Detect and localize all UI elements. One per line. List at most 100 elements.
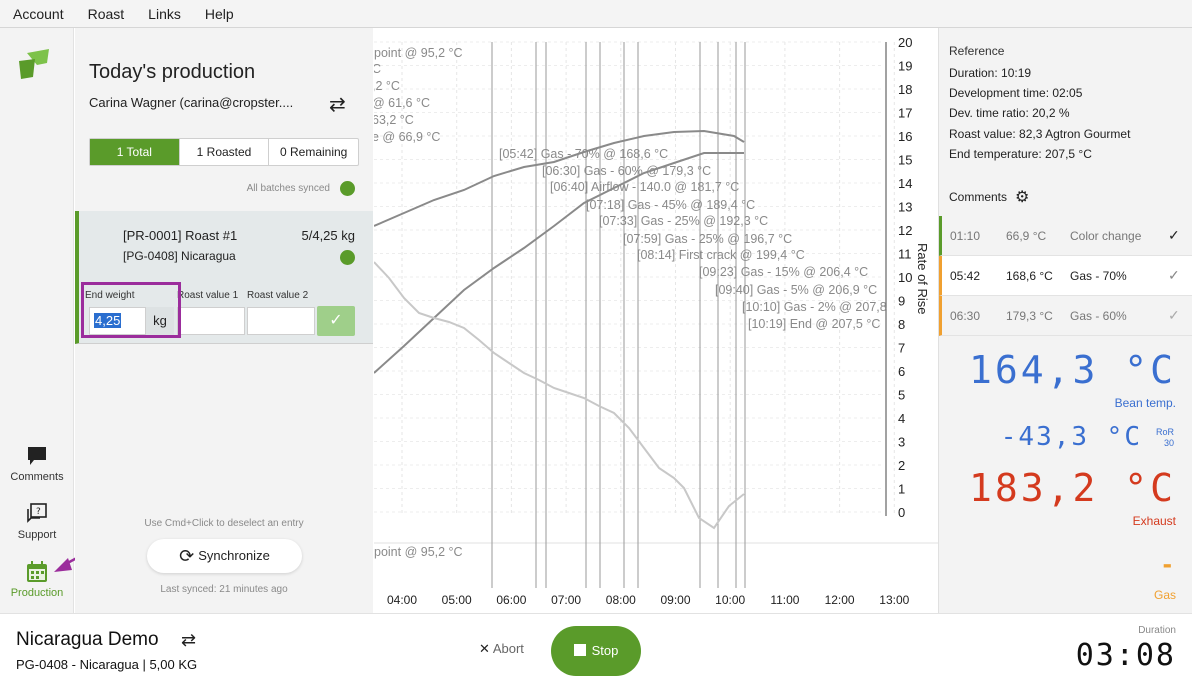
stop-button[interactable]: Stop (551, 626, 641, 676)
x-tick-label: 04:00 (387, 593, 417, 607)
rail-comments-label: Comments (10, 471, 64, 483)
y-tick-label: 14 (898, 176, 912, 191)
abort-button[interactable]: ✕ Abort (479, 641, 524, 657)
comment-text: Gas - 60% (1070, 308, 1127, 323)
reference-dev-time: Development time: 02:05 (949, 86, 1083, 100)
y-tick-label: 16 (898, 129, 912, 144)
stop-icon (573, 644, 586, 656)
switch-user-icon[interactable]: ⇄ (329, 92, 346, 117)
y-tick-label: 2 (898, 458, 905, 473)
menu-help[interactable]: Help (193, 0, 246, 28)
comment-row[interactable]: 01:10 66,9 °C Color change ✓ (939, 216, 1192, 256)
reference-dev-ratio: Dev. time ratio: 20,2 % (949, 106, 1070, 120)
duration-value: 03:08 (1075, 638, 1176, 673)
event-label: [05:42] Gas - 70% @ 168,6 °C (499, 147, 668, 161)
annotation-label: 63,2 °C (374, 113, 414, 127)
rail-production-label: Production (10, 587, 64, 599)
user-name: Carina Wagner (carina@cropster.... (89, 95, 294, 110)
roast-title: Nicaragua Demo (16, 629, 159, 650)
gear-icon[interactable]: ⚙ (1015, 187, 1029, 207)
roast-value1-input[interactable] (177, 307, 245, 335)
y-tick-label: 4 (898, 411, 905, 426)
batch-item[interactable]: [PR-0001] Roast #1 5/4,25 kg [PG-0408] N… (75, 211, 373, 344)
annotation-label: e @ 66,9 °C (374, 130, 440, 144)
rate-of-rise-axis-label: Rate of Rise (915, 243, 930, 315)
roast-value2-input[interactable] (247, 307, 315, 335)
comments-title: Comments (949, 190, 1008, 204)
x-tick-label: 11:00 (770, 593, 799, 607)
check-icon: ✓ (329, 312, 343, 329)
comment-temp: 168,6 °C (1006, 268, 1053, 283)
event-label: [09:40] Gas - 5% @ 206,9 °C (715, 283, 877, 297)
check-icon[interactable]: ✓ (1168, 267, 1180, 284)
stop-label: Stop (591, 643, 619, 658)
deselect-hint: Use Cmd+Click to deselect an entry (144, 518, 304, 529)
comment-temp: 66,9 °C (1006, 228, 1047, 243)
event-label: [07:59] Gas - 25% @ 196,7 °C (623, 232, 792, 246)
rail-comments-button[interactable]: Comments (0, 445, 74, 483)
menu-roast[interactable]: Roast (76, 0, 137, 28)
right-panel: Reference Duration: 10:19 Development ti… (938, 28, 1192, 613)
batch-status-dot (340, 250, 355, 265)
menu-links[interactable]: Links (136, 0, 193, 28)
annotation-label: C (374, 62, 381, 76)
sync-status-text: All batches synced (246, 183, 330, 194)
last-synced: Last synced: 21 minutes ago (160, 584, 288, 595)
rail-support-button[interactable]: ? Support (0, 503, 74, 541)
menu-account[interactable]: Account (0, 0, 76, 28)
ror-label: RoR (1155, 427, 1174, 437)
confirm-button[interactable]: ✓ (317, 306, 355, 336)
x-tick-label: 06:00 (496, 593, 526, 607)
svg-text:?: ? (36, 507, 41, 517)
switch-profile-icon[interactable]: ⇄ (181, 630, 196, 651)
x-tick-label: 09:00 (660, 593, 690, 607)
reference-roast-value: Roast value: 82,3 Agtron Gourmet (949, 127, 1131, 141)
event-label: [07:18] Gas - 45% @ 189,4 °C (586, 198, 755, 212)
bean-temp-label: Bean temp. (1114, 396, 1176, 410)
x-tick-label: 07:00 (551, 593, 581, 607)
exhaust-label: Exhaust (1132, 514, 1176, 528)
y-tick-label: 20 (898, 35, 912, 50)
ror-label-block: RoR 30 (1156, 427, 1174, 449)
event-label: [07:33] Gas - 25% @ 192,3 °C (599, 214, 768, 228)
y-tick-label: 6 (898, 364, 905, 379)
x-tick-label: 13:00 (879, 593, 909, 607)
comment-row[interactable]: 05:42 168,6 °C Gas - 70% ✓ (939, 256, 1192, 296)
tab-remaining[interactable]: 0 Remaining (269, 139, 358, 165)
tab-roasted[interactable]: 1 Roasted (180, 139, 270, 165)
y-tick-label: 9 (898, 294, 905, 309)
synchronize-button[interactable]: ⟳ Synchronize (147, 539, 302, 573)
annotation-label: point @ 95,2 °C (374, 545, 463, 559)
x-tick-label: 05:00 (442, 593, 472, 607)
tab-total[interactable]: 1 Total (90, 139, 180, 165)
batch-name: [PR-0001] Roast #1 (123, 228, 238, 243)
y-tick-label: 12 (898, 223, 912, 238)
y-tick-label: 19 (898, 59, 912, 74)
batch-quantity: 5/4,25 kg (301, 228, 356, 243)
sync-status-dot (340, 181, 355, 196)
comment-icon (28, 447, 46, 465)
roast-chart[interactable]: 04:00 05:00 06:00 07:00 08:00 09:00 10:00 11:00… (374, 28, 938, 613)
event-label: [06:30] Gas - 60% @ 179,3 °C (542, 164, 711, 178)
check-icon[interactable]: ✓ (1168, 227, 1180, 244)
reference-duration: Duration: 10:19 (949, 66, 1032, 80)
y-tick-label: 3 (898, 435, 905, 450)
comment-row[interactable]: 06:30 179,3 °C Gas - 60% ✓ (939, 296, 1192, 336)
check-icon[interactable]: ✓ (1168, 307, 1180, 324)
abort-label: Abort (492, 641, 524, 656)
y-tick-label: 7 (898, 341, 905, 356)
close-icon: ✕ (479, 641, 490, 656)
roast-subtitle: PG-0408 - Nicaragua | 5,00 KG (16, 657, 198, 672)
event-label: [10:19] End @ 207,5 °C (748, 317, 880, 331)
gas-value: - (1162, 548, 1172, 579)
comment-text: Color change (1070, 228, 1142, 243)
ror-sub: 30 (1163, 438, 1174, 448)
left-rail: Comments ? Support Production (0, 28, 111, 613)
duration-label: Duration (1138, 625, 1176, 636)
comment-temp: 179,3 °C (1006, 308, 1053, 323)
y-tick-label: 18 (898, 82, 912, 97)
sync-status: All batches synced (247, 181, 355, 196)
highlight-box (81, 282, 181, 338)
comment-text: Gas - 70% (1070, 268, 1127, 283)
event-label: [09:23] Gas - 15% @ 206,4 °C (699, 265, 868, 279)
